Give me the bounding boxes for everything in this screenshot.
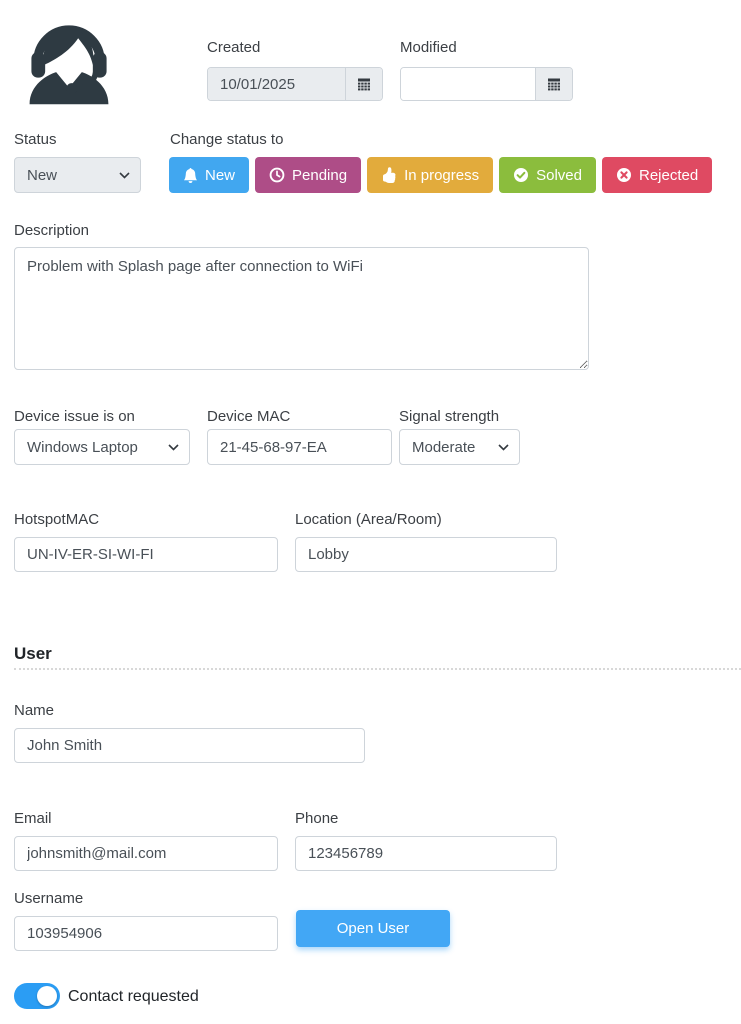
change-status-label: Change status to bbox=[170, 132, 283, 149]
signal-strength-label: Signal strength bbox=[399, 409, 499, 426]
description-textarea[interactable]: Problem with Splash page after connectio… bbox=[14, 247, 589, 370]
modified-label: Modified bbox=[400, 40, 457, 57]
toggle-knob bbox=[37, 986, 57, 1006]
signal-strength-select[interactable]: Moderate bbox=[399, 429, 520, 465]
device-mac-input[interactable] bbox=[207, 429, 392, 465]
user-section-heading: User bbox=[14, 644, 52, 664]
thumbs-up-icon bbox=[381, 167, 397, 183]
ticket-form: Created Modified bbox=[0, 0, 741, 1024]
check-circle-icon bbox=[513, 167, 529, 183]
username-input[interactable] bbox=[14, 916, 278, 951]
support-agent-avatar bbox=[14, 8, 124, 118]
created-calendar-button[interactable] bbox=[345, 68, 382, 100]
calendar-icon bbox=[546, 76, 562, 92]
description-label: Description bbox=[14, 223, 89, 240]
created-date-input[interactable] bbox=[208, 68, 345, 100]
hotspot-mac-input[interactable] bbox=[14, 537, 278, 572]
status-select-value: New bbox=[27, 167, 57, 184]
name-label: Name bbox=[14, 703, 54, 720]
status-pending-button[interactable]: Pending bbox=[255, 157, 361, 193]
name-input[interactable] bbox=[14, 728, 365, 763]
status-in-progress-button[interactable]: In progress bbox=[367, 157, 493, 193]
status-new-button[interactable]: New bbox=[169, 157, 249, 193]
chevron-down-icon bbox=[119, 172, 130, 179]
contact-requested-label: Contact requested bbox=[68, 988, 199, 1006]
status-in-progress-label: In progress bbox=[404, 167, 479, 184]
contact-requested-toggle[interactable] bbox=[14, 983, 60, 1009]
status-rejected-label: Rejected bbox=[639, 167, 698, 184]
status-select[interactable]: New bbox=[14, 157, 141, 193]
device-mac-label: Device MAC bbox=[207, 409, 290, 426]
status-new-label: New bbox=[205, 167, 235, 184]
section-divider bbox=[14, 668, 741, 670]
x-circle-icon bbox=[616, 167, 632, 183]
status-solved-label: Solved bbox=[536, 167, 582, 184]
signal-strength-value: Moderate bbox=[412, 439, 475, 456]
device-issue-value: Windows Laptop bbox=[27, 439, 138, 456]
created-label: Created bbox=[207, 40, 260, 57]
phone-label: Phone bbox=[295, 811, 338, 828]
location-input[interactable] bbox=[295, 537, 557, 572]
status-label: Status bbox=[14, 132, 57, 149]
clock-icon bbox=[269, 167, 285, 183]
status-pending-label: Pending bbox=[292, 167, 347, 184]
chevron-down-icon bbox=[498, 444, 509, 451]
status-solved-button[interactable]: Solved bbox=[499, 157, 596, 193]
email-input[interactable] bbox=[14, 836, 278, 871]
open-user-button[interactable]: Open User bbox=[296, 910, 450, 947]
hotspot-mac-label: HotspotMAC bbox=[14, 512, 99, 529]
phone-input[interactable] bbox=[295, 836, 557, 871]
modified-calendar-button[interactable] bbox=[535, 68, 572, 100]
username-label: Username bbox=[14, 891, 83, 908]
headset-person-icon bbox=[14, 8, 124, 118]
chevron-down-icon bbox=[168, 444, 179, 451]
status-rejected-button[interactable]: Rejected bbox=[602, 157, 712, 193]
status-button-row: New Pending In progress Solved Rejected bbox=[169, 157, 712, 193]
location-label: Location (Area/Room) bbox=[295, 512, 442, 529]
device-issue-label: Device issue is on bbox=[14, 409, 135, 426]
device-issue-select[interactable]: Windows Laptop bbox=[14, 429, 190, 465]
calendar-icon bbox=[356, 76, 372, 92]
created-date-group bbox=[207, 67, 383, 101]
bell-icon bbox=[183, 168, 198, 183]
modified-date-input[interactable] bbox=[401, 68, 535, 100]
email-label: Email bbox=[14, 811, 52, 828]
modified-date-group bbox=[400, 67, 573, 101]
